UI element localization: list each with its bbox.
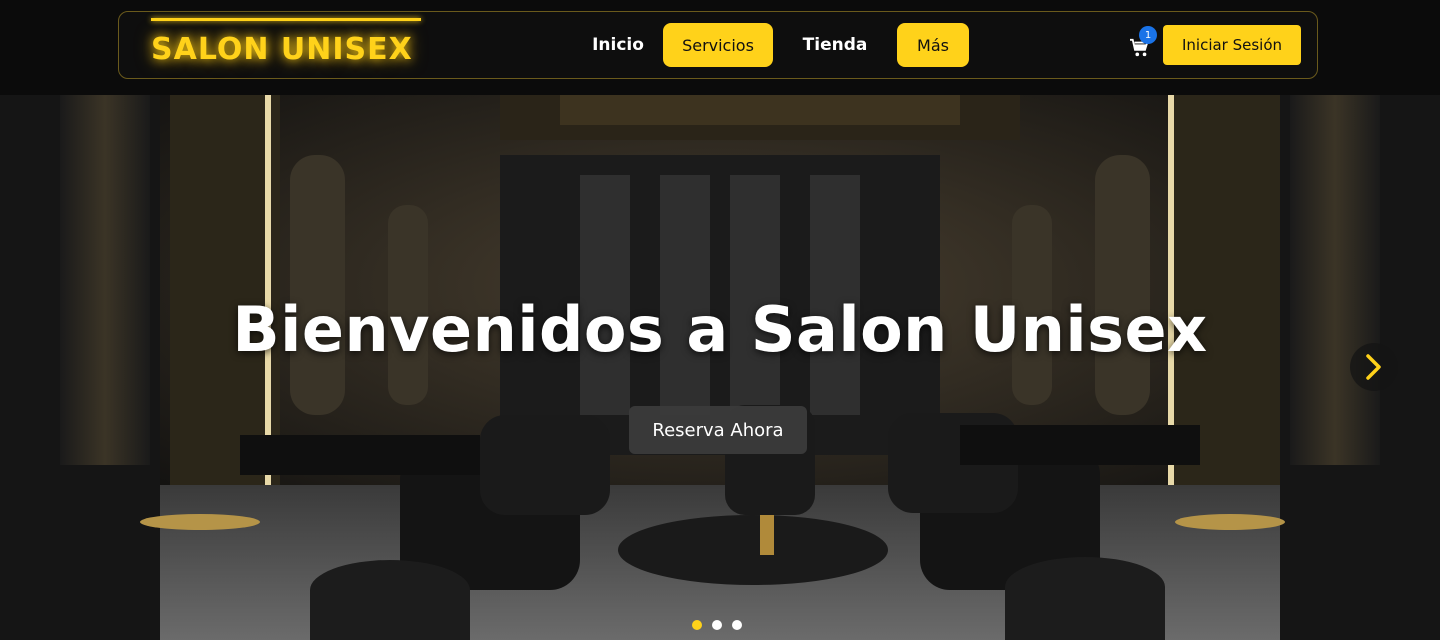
cart-count-badge: 1 [1139,26,1157,44]
hero-title: Bienvenidos a Salon Unisex [232,293,1208,366]
brand-accent-line [151,18,421,21]
hero-carousel: Bienvenidos a Salon Unisex Reserva Ahora [0,95,1440,640]
carousel-indicators [692,620,742,630]
cart-button[interactable]: 1 [1129,26,1157,60]
brand-name: SALON UNISEX [151,32,413,67]
book-now-button[interactable]: Reserva Ahora [629,406,807,454]
navbar: SALON UNISEX Inicio Servicios Tienda Más… [118,11,1318,79]
carousel-dot-3[interactable] [732,620,742,630]
carousel-dot-1[interactable] [692,620,702,630]
carousel-dot-2[interactable] [712,620,722,630]
main-menu: Inicio Servicios Tienda Más [573,23,969,67]
carousel-next-button[interactable] [1350,343,1398,391]
chevron-right-icon [1366,354,1381,380]
nav-item-servicios[interactable]: Servicios [663,23,773,67]
nav-item-tienda[interactable]: Tienda [773,23,897,67]
nav-item-mas[interactable]: Más [897,23,969,67]
brand-logo[interactable]: SALON UNISEX [151,18,421,70]
login-button[interactable]: Iniciar Sesión [1163,25,1301,65]
hero-background-image [0,95,1440,640]
nav-item-inicio[interactable]: Inicio [573,23,663,67]
top-bar: SALON UNISEX Inicio Servicios Tienda Más… [0,0,1440,95]
